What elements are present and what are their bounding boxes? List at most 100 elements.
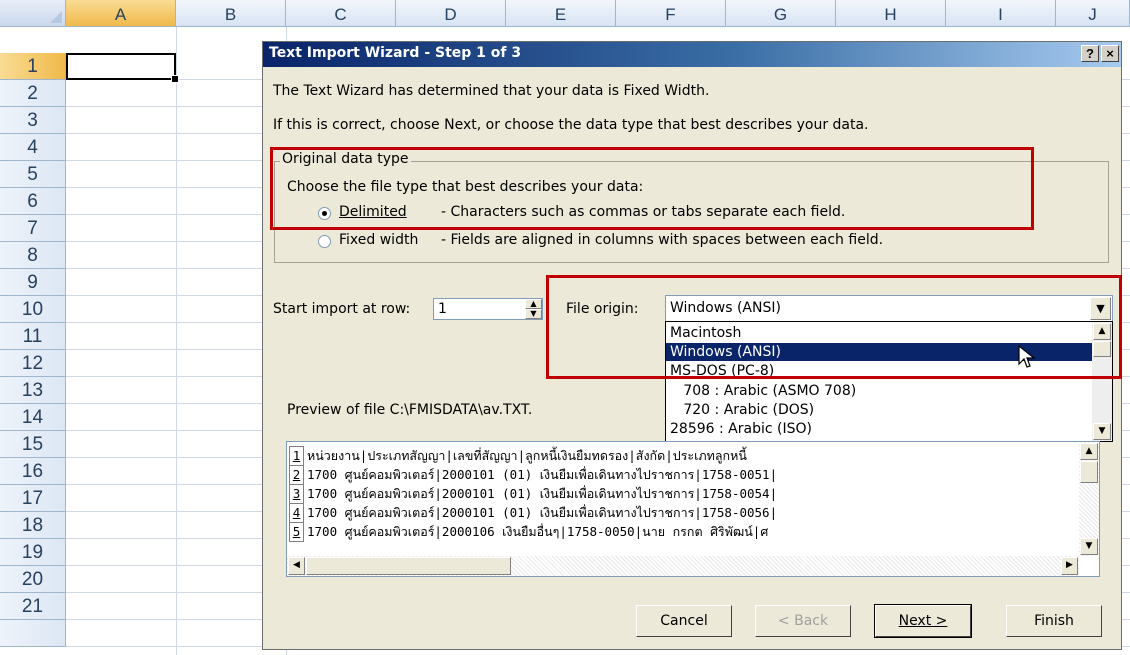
row-header-9[interactable]: 9	[0, 269, 66, 296]
preview-horizontal-scrollbar[interactable]: ◀ ▶	[287, 556, 1079, 576]
text-import-wizard-dialog: Text Import Wizard - Step 1 of 3 ? × The…	[262, 41, 1122, 650]
file-origin-dropdown-list: Macintosh Windows (ANSI) MS-DOS (PC-8) 7…	[665, 321, 1113, 442]
preview-line-number: 3	[289, 484, 304, 504]
fixed-width-radio[interactable]	[318, 235, 331, 248]
row-header-19[interactable]: 19	[0, 539, 66, 566]
next-button[interactable]: Next >	[874, 604, 972, 638]
help-button[interactable]: ?	[1081, 45, 1099, 62]
preview-line: 2 1700 ศูนย์คอมพิวเตอร์|2000101 (01) เงิน…	[289, 465, 778, 485]
file-origin-combobox[interactable]: Windows (ANSI) ▼	[665, 295, 1113, 322]
preview-line-text: 1700 ศูนย์คอมพิวเตอร์|2000101 (01) เงินย…	[307, 467, 778, 482]
preview-line-text: 1700 ศูนย์คอมพิวเตอร์|2000101 (01) เงินย…	[307, 505, 778, 520]
file-origin-value: Windows (ANSI)	[670, 300, 781, 316]
row-header-2[interactable]: 2	[0, 80, 66, 107]
scroll-thumb[interactable]	[306, 557, 511, 575]
column-header-j[interactable]: J	[1056, 0, 1130, 27]
scroll-up-icon[interactable]: ▲	[1080, 443, 1098, 460]
preview-line-number: 2	[289, 465, 304, 485]
preview-line-text: หน่วยงาน|ประเภทสัญญา|เลขที่สัญญา|ลูกหนี้…	[307, 448, 747, 463]
row-header-11[interactable]: 11	[0, 323, 66, 350]
row-header-5[interactable]: 5	[0, 161, 66, 188]
row-header-3[interactable]: 3	[0, 107, 66, 134]
column-header-g[interactable]: G	[726, 0, 836, 27]
row-header-6[interactable]: 6	[0, 188, 66, 215]
file-origin-option[interactable]: 720 : Arabic (DOS)	[666, 401, 1092, 419]
row-header-4[interactable]: 4	[0, 134, 66, 161]
row-header-14[interactable]: 14	[0, 404, 66, 431]
file-origin-option[interactable]: 708 : Arabic (ASMO 708)	[666, 382, 1092, 400]
scroll-up-icon[interactable]: ▲	[1093, 323, 1111, 340]
spinner-buttons: ▲ ▼	[525, 299, 542, 319]
file-preview-box[interactable]: 1 หน่วยงาน|ประเภทสัญญา|เลขที่สัญญา|ลูกหนี…	[286, 441, 1100, 577]
original-data-type-label: Original data type	[280, 151, 411, 167]
file-origin-label: File origin:	[566, 301, 639, 317]
row-header-18[interactable]: 18	[0, 512, 66, 539]
active-cell-a1[interactable]	[66, 53, 179, 83]
row-header-16[interactable]: 16	[0, 458, 66, 485]
scroll-down-icon[interactable]: ▼	[1093, 423, 1111, 440]
file-origin-option[interactable]: Macintosh	[666, 324, 1092, 342]
row-header-15[interactable]: 15	[0, 431, 66, 458]
column-header-f[interactable]: F	[616, 0, 726, 27]
spin-down-icon[interactable]: ▼	[525, 309, 542, 319]
chevron-down-icon[interactable]: ▼	[1090, 297, 1111, 320]
column-header-b[interactable]: B	[176, 0, 286, 27]
scroll-right-icon[interactable]: ▶	[1061, 557, 1078, 575]
delimited-label[interactable]: Delimited	[339, 204, 407, 220]
preview-line: 4 1700 ศูนย์คอมพิวเตอร์|2000101 (01) เงิน…	[289, 503, 778, 523]
intro-line-2: If this is correct, choose Next, or choo…	[273, 117, 869, 133]
preview-label: Preview of file C:\FMISDATA\av.TXT.	[287, 402, 533, 418]
delimited-radio[interactable]	[318, 207, 331, 220]
delimited-description: - Characters such as commas or tabs sepa…	[441, 204, 846, 220]
preview-line-number: 1	[289, 446, 304, 466]
row-header-22[interactable]	[0, 620, 66, 647]
row-header-13[interactable]: 13	[0, 377, 66, 404]
row-header-20[interactable]: 20	[0, 566, 66, 593]
spin-up-icon[interactable]: ▲	[525, 299, 542, 309]
scroll-thumb[interactable]	[1093, 341, 1111, 357]
start-row-value: 1	[438, 301, 447, 317]
next-button-label: Next >	[898, 613, 948, 629]
column-header-e[interactable]: E	[506, 0, 616, 27]
preview-line-text: 1700 ศูนย์คอมพิวเตอร์|2000101 (01) เงินย…	[307, 486, 778, 501]
file-origin-option[interactable]: 28596 : Arabic (ISO)	[666, 420, 1092, 438]
finish-button-label: Finish	[1034, 613, 1074, 629]
row-header-12[interactable]: 12	[0, 350, 66, 377]
row-header-21[interactable]: 21	[0, 593, 66, 620]
fixed-width-description: - Fields are aligned in columns with spa…	[441, 232, 884, 248]
finish-button[interactable]: Finish	[1006, 605, 1102, 637]
row-header-10[interactable]: 10	[0, 296, 66, 323]
row-header-8[interactable]: 8	[0, 242, 66, 269]
back-button[interactable]: < Back	[755, 605, 851, 637]
column-header-h[interactable]: H	[836, 0, 946, 27]
column-header-i[interactable]: I	[946, 0, 1056, 27]
select-all-corner[interactable]	[0, 0, 66, 27]
row-header-1[interactable]: 1	[0, 53, 66, 80]
scroll-down-icon[interactable]: ▼	[1080, 538, 1098, 555]
preview-line-number: 5	[289, 522, 304, 542]
start-import-row-label: Start import at row:	[273, 301, 411, 317]
preview-line: 1 หน่วยงาน|ประเภทสัญญา|เลขที่สัญญา|ลูกหนี…	[289, 446, 747, 466]
dialog-titlebar[interactable]: Text Import Wizard - Step 1 of 3 ? ×	[263, 42, 1121, 67]
row-header-17[interactable]: 17	[0, 485, 66, 512]
scroll-thumb[interactable]	[1080, 461, 1098, 483]
column-header-a[interactable]: A	[66, 0, 176, 27]
preview-line: 3 1700 ศูนย์คอมพิวเตอร์|2000101 (01) เงิน…	[289, 484, 778, 504]
intro-line-1: The Text Wizard has determined that your…	[273, 83, 710, 99]
scroll-left-icon[interactable]: ◀	[288, 557, 305, 575]
dialog-title: Text Import Wizard - Step 1 of 3	[269, 45, 522, 61]
column-header-d[interactable]: D	[396, 0, 506, 27]
fixed-width-label[interactable]: Fixed width	[339, 232, 418, 248]
mouse-pointer-icon	[1018, 345, 1036, 368]
start-row-spinner[interactable]: 1 ▲ ▼	[433, 298, 543, 320]
close-button[interactable]: ×	[1101, 45, 1119, 62]
preview-vertical-scrollbar[interactable]: ▲ ▼	[1079, 442, 1099, 556]
preview-line-number: 4	[289, 503, 304, 523]
cancel-button[interactable]: Cancel	[636, 605, 732, 637]
dropdown-scrollbar[interactable]: ▲ ▼	[1092, 322, 1112, 441]
choose-file-type-text: Choose the file type that best describes…	[287, 179, 644, 195]
preview-line: 5 1700 ศูนย์คอมพิวเตอร์|2000106 เงินยืมอื…	[289, 522, 769, 542]
preview-line-text: 1700 ศูนย์คอมพิวเตอร์|2000106 เงินยืมอื่…	[307, 524, 769, 539]
column-header-c[interactable]: C	[286, 0, 396, 27]
row-header-7[interactable]: 7	[0, 215, 66, 242]
